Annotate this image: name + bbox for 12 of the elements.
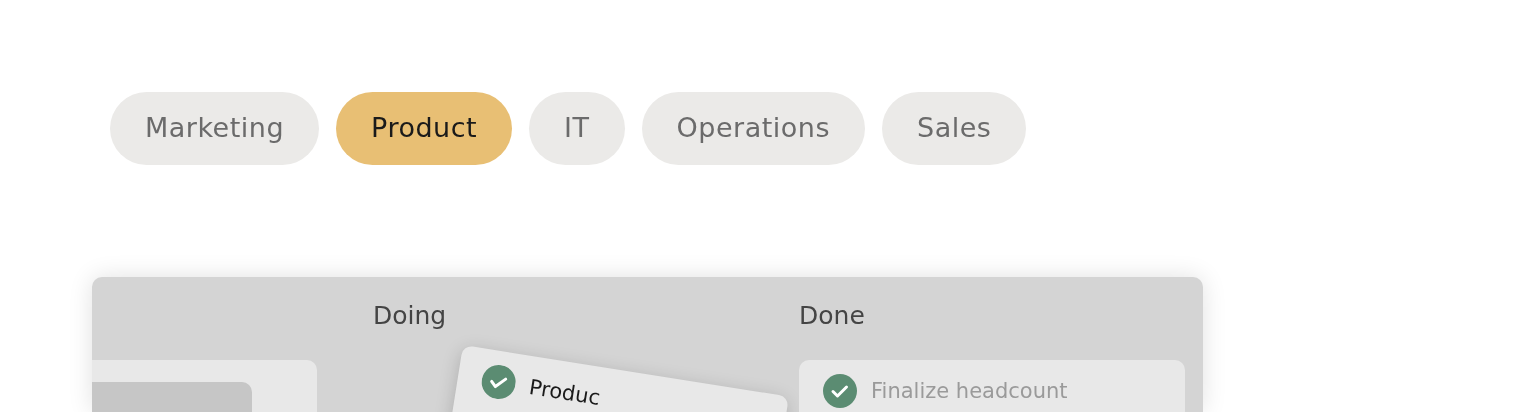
column-title: Doing xyxy=(373,301,447,330)
category-tab[interactable]: Marketing xyxy=(110,92,320,165)
category-tab[interactable]: Product xyxy=(336,92,513,165)
category-tab[interactable]: Sales xyxy=(882,92,1027,165)
check-circle-icon[interactable] xyxy=(479,362,519,402)
category-tab[interactable]: Operations xyxy=(641,92,865,165)
task-card[interactable]: Finalize headcount xyxy=(799,360,1185,412)
task-title: Finalize headcount xyxy=(871,378,1068,405)
column-title: Done xyxy=(799,301,865,330)
check-circle-icon[interactable] xyxy=(823,374,857,408)
task-title: Produc xyxy=(526,374,603,412)
category-tab[interactable]: IT xyxy=(529,92,625,165)
